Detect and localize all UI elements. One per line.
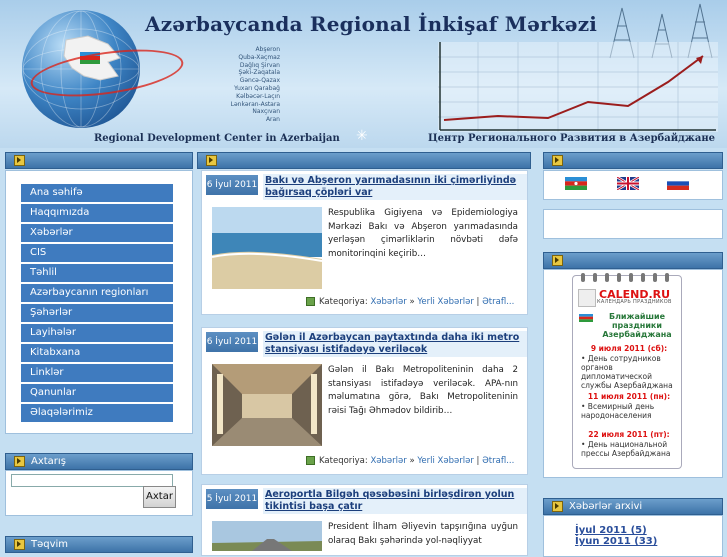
- calend-subtitle: КАЛЕНДАРЬ ПРАЗДНИКОВ: [597, 299, 672, 305]
- nav-item-contacts[interactable]: Əlaqələrimiz: [21, 404, 173, 422]
- nav-item-cities[interactable]: Şəhərlər: [21, 304, 173, 322]
- article-date: 6 İyul 2011: [206, 175, 258, 195]
- subtitle-russian: Центр Регионального Развития в Азербайдж…: [428, 133, 716, 144]
- regions-list: Abşeron Quba-Xaçmaz Dağlıq Şirvan Şəki-Zaq…: [230, 46, 280, 124]
- article-card: 6 İyul 2011 Gələn il Azərbaycan paytaxtı…: [201, 327, 528, 475]
- arrow-icon: [206, 155, 217, 166]
- holiday-name[interactable]: • Всемирный день народонаселения: [581, 402, 677, 420]
- arrow-icon: [552, 155, 563, 166]
- calendar-widget-header: [543, 252, 723, 269]
- article-title-link[interactable]: Bakı və Abşeron yarımadasının iki çimərl…: [263, 174, 527, 200]
- category-link-news[interactable]: Xəbərlər: [370, 297, 406, 307]
- globe-logo: [22, 10, 187, 128]
- azerbaijan-flag-icon[interactable]: [565, 177, 587, 190]
- category-link-local[interactable]: Yerli Xəbərlər: [417, 456, 473, 466]
- nav-item-home[interactable]: Ana səhifə: [21, 184, 173, 202]
- search-button[interactable]: Axtar: [143, 486, 176, 508]
- main-nav: Ana səhifə Haqqımızda Xəbərlər CIS Təhli…: [21, 184, 173, 424]
- nav-item-library[interactable]: Kitabxana: [21, 344, 173, 362]
- category-icon: [306, 297, 315, 306]
- holiday-calendar-widget[interactable]: CALEND.RU КАЛЕНДАРЬ ПРАЗДНИКОВ Ближайшие…: [572, 273, 682, 469]
- holiday-name[interactable]: • День сотрудников органов дипломатическ…: [581, 354, 677, 390]
- category-link-news[interactable]: Xəbərlər: [370, 456, 406, 466]
- site-header: Azərbaycanda Regional İnkişaf Mərkəzi Ab…: [0, 0, 727, 148]
- nav-item-about[interactable]: Haqqımızda: [21, 204, 173, 222]
- read-more-link[interactable]: Ətrafl...: [482, 297, 514, 307]
- nav-item-analysis[interactable]: Təhlil: [21, 264, 173, 282]
- road-image[interactable]: [212, 521, 322, 551]
- arrow-icon: [552, 255, 563, 266]
- archive-header: Xəbərlər arxivi: [543, 498, 723, 515]
- article-excerpt: Respublika Gigiyena və Epidemiologiya Mə…: [328, 208, 518, 259]
- subtitle-english: Regional Development Center in Azerbaija…: [94, 133, 340, 144]
- holiday-name[interactable]: • День национальной прессы Азербайджана: [581, 440, 677, 458]
- uk-flag-icon[interactable]: [617, 177, 639, 190]
- article-card: 6 İyul 2011 Bakı və Abşeron yarımadasını…: [201, 170, 528, 315]
- russia-flag-icon[interactable]: [667, 177, 689, 190]
- nav-item-laws[interactable]: Qanunlar: [21, 384, 173, 402]
- nav-item-news[interactable]: Xəbərlər: [21, 224, 173, 242]
- article-excerpt: President İlham Əliyevin tapşırığına uyğ…: [328, 522, 518, 546]
- holidays-title: Ближайшие праздники Азербайджана: [602, 312, 672, 339]
- article-title-link[interactable]: Aeroportla Bilgəh qəsəbəsini birləşdirən…: [263, 488, 527, 514]
- nav-item-cis[interactable]: CIS: [21, 244, 173, 262]
- nav-item-regions[interactable]: Azərbaycanın regionları: [21, 284, 173, 302]
- sparkle-icon: ✳: [356, 128, 368, 144]
- beach-image[interactable]: [212, 207, 322, 289]
- archive-link[interactable]: İyul 2011 (5): [575, 525, 647, 536]
- article-date: 5 İyul 2011: [206, 489, 258, 509]
- nav-item-projects[interactable]: Layihələr: [21, 324, 173, 342]
- metro-station-image[interactable]: [212, 364, 322, 446]
- calendar-icon: [578, 289, 596, 307]
- holiday-date: 22 июля 2011 (пт):: [588, 430, 670, 439]
- content-header: [197, 152, 531, 169]
- article-title-link[interactable]: Gələn il Azərbaycan paytaxtında daha iki…: [263, 331, 527, 357]
- nav-header: [5, 152, 193, 169]
- holiday-date: 9 июля 2011 (сб):: [590, 344, 668, 353]
- article-category: Kateqoriya: Xəbərlər » Yerli Xəbərlər | …: [306, 297, 514, 307]
- site-title: Azərbaycanda Regional İnkişaf Mərkəzi: [145, 12, 598, 36]
- read-more-link[interactable]: Ətrafl...: [482, 456, 514, 466]
- arrow-icon: [14, 456, 25, 467]
- article-excerpt: Gələn il Bakı Metropoliteninin daha 2 st…: [328, 365, 518, 416]
- category-icon: [306, 456, 315, 465]
- search-heading: Axtarış: [31, 456, 66, 467]
- category-link-local[interactable]: Yerli Xəbərlər: [417, 297, 473, 307]
- blank-panel: [543, 209, 723, 239]
- archive-heading: Xəbərlər arxivi: [569, 501, 643, 512]
- growth-chart-image: [438, 42, 718, 132]
- search-header: Axtarış: [5, 453, 193, 470]
- article-category: Kateqoriya: Xəbərlər » Yerli Xəbərlər | …: [306, 456, 514, 466]
- article-date: 6 İyul 2011: [206, 332, 258, 352]
- nav-item-links[interactable]: Linklər: [21, 364, 173, 382]
- language-flags: [543, 170, 721, 198]
- arrow-icon: [552, 501, 563, 512]
- arrow-icon: [14, 155, 25, 166]
- language-header: [543, 152, 723, 169]
- holiday-date: 11 июля 2011 (пн):: [587, 392, 671, 401]
- archive-link[interactable]: İyun 2011 (33): [575, 536, 657, 547]
- article-card: 5 İyul 2011 Aeroportla Bilgəh qəsəbəsini…: [201, 484, 528, 556]
- azerbaijan-flag-small-icon: [579, 312, 593, 322]
